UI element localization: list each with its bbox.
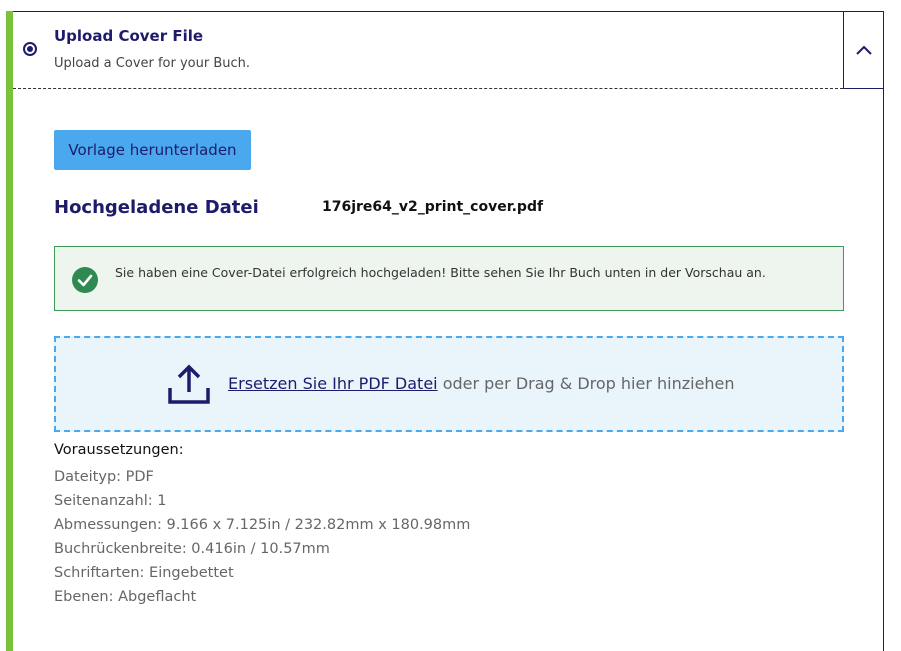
chevron-up-icon bbox=[856, 45, 872, 55]
upload-icon bbox=[168, 364, 210, 404]
uploaded-filename: 176jre64_v2_print_cover.pdf bbox=[322, 199, 544, 215]
requirement-item: Buchrückenbreite: 0.416in / 10.57mm bbox=[54, 541, 330, 557]
active-step-indicator bbox=[6, 11, 13, 651]
file-dropzone[interactable]: Ersetzen Sie Ihr PDF Datei oder per Drag… bbox=[54, 336, 844, 432]
step-title: Upload Cover File bbox=[54, 27, 204, 45]
requirement-item: Seitenanzahl: 1 bbox=[54, 493, 167, 509]
download-template-button[interactable]: Vorlage herunterladen bbox=[54, 130, 251, 170]
dropzone-hint: oder per Drag & Drop hier hinziehen bbox=[437, 374, 735, 393]
uploaded-file-label: Hochgeladene Datei bbox=[54, 197, 259, 218]
success-alert: Sie haben eine Cover-Datei erfolgreich h… bbox=[54, 246, 844, 311]
success-message: Sie haben eine Cover-Datei erfolgreich h… bbox=[115, 265, 766, 280]
dropzone-text: Ersetzen Sie Ihr PDF Datei oder per Drag… bbox=[228, 374, 735, 393]
requirements-list: Dateityp: PDF Seitenanzahl: 1 Abmessunge… bbox=[54, 465, 470, 609]
requirement-item: Ebenen: Abgeflacht bbox=[54, 589, 197, 605]
step-header[interactable]: Upload Cover File Upload a Cover for you… bbox=[13, 12, 843, 89]
requirement-item: Schriftarten: Eingebettet bbox=[54, 565, 234, 581]
requirement-item: Dateityp: PDF bbox=[54, 469, 154, 485]
step-subtitle: Upload a Cover for your Buch. bbox=[54, 56, 251, 71]
requirements-title: Voraussetzungen: bbox=[54, 442, 184, 458]
collapse-button[interactable] bbox=[843, 12, 884, 89]
replace-file-link[interactable]: Ersetzen Sie Ihr PDF Datei bbox=[228, 374, 438, 393]
step-radio[interactable] bbox=[23, 42, 37, 56]
requirement-item: Abmessungen: 9.166 x 7.125in / 232.82mm … bbox=[54, 517, 471, 533]
check-circle-icon bbox=[72, 267, 98, 293]
